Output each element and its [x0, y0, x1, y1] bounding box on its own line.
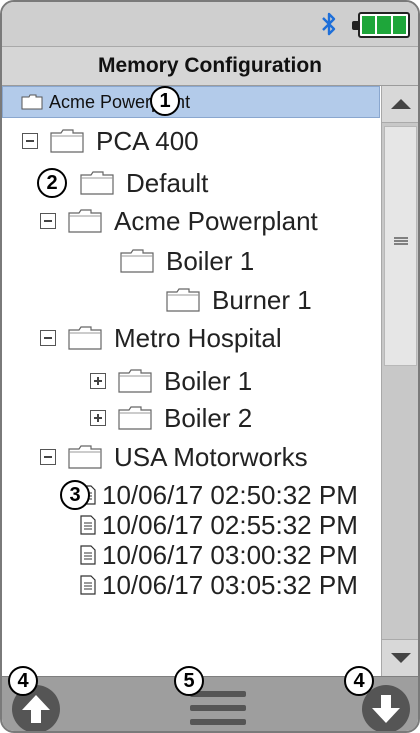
bluetooth-icon — [322, 12, 336, 36]
current-path[interactable]: Acme Powerplant — [2, 86, 380, 118]
tree-node-label: Default — [126, 168, 209, 198]
document-icon — [80, 515, 96, 535]
collapse-icon[interactable] — [40, 213, 56, 229]
scroll-up-button[interactable] — [382, 86, 418, 123]
folder-icon — [68, 209, 102, 233]
triangle-down-icon — [390, 653, 411, 663]
expand-icon[interactable] — [90, 410, 106, 426]
scrollbar-thumb[interactable] — [384, 126, 417, 366]
menu-icon-bar — [190, 705, 246, 711]
folder-icon — [21, 94, 43, 110]
scroll-down-button[interactable] — [382, 639, 418, 676]
folder-icon — [50, 129, 84, 153]
scrollbar[interactable] — [381, 86, 418, 676]
tree-node-label: Boiler 1 — [164, 366, 253, 396]
page-title: Memory Configuration — [2, 47, 418, 86]
menu-button[interactable] — [190, 691, 246, 725]
collapse-icon[interactable] — [40, 449, 56, 465]
folder-icon — [68, 326, 102, 350]
tree-node-metro-hospital[interactable]: Metro Hospital — [40, 319, 282, 357]
folder-icon — [68, 445, 102, 469]
folder-icon — [118, 369, 152, 393]
tree-node-label: Burner 1 — [212, 285, 312, 315]
tree-node-acme-boiler1[interactable]: Boiler 1 — [120, 242, 254, 280]
document-icon — [80, 545, 96, 565]
tree-node-label: Acme Powerplant — [114, 206, 318, 236]
tree-node-metro-boiler2[interactable]: Boiler 2 — [90, 399, 252, 437]
tree-node-label: PCA 400 — [96, 126, 199, 156]
collapse-icon[interactable] — [22, 133, 38, 149]
collapse-icon[interactable] — [40, 330, 56, 346]
tree-node-metro-boiler1[interactable]: Boiler 1 — [90, 362, 252, 400]
grip-icon — [394, 237, 408, 245]
tree-node-default[interactable]: Default — [80, 164, 208, 202]
tree-node-usa-motorworks[interactable]: USA Motorworks — [40, 438, 308, 476]
triangle-up-icon — [390, 99, 411, 109]
tree-record[interactable]: 10/06/17 03:05:32 PM — [80, 566, 358, 604]
tree-node-pca400[interactable]: PCA 400 — [22, 122, 199, 160]
callout-2: 2 — [37, 168, 67, 198]
device-screen: Memory Configuration Acme Powerplant PCA… — [0, 0, 420, 733]
tree-node-label: USA Motorworks — [114, 442, 308, 472]
memory-tree: PCA 400 Default Acme Powerplant Boiler 1… — [2, 118, 380, 658]
arrow-down-icon — [372, 695, 400, 723]
callout-4-right: 4 — [344, 666, 374, 696]
status-bar — [2, 2, 418, 47]
tree-record-label: 10/06/17 03:05:32 PM — [102, 570, 358, 600]
tree-node-acme-burner1[interactable]: Burner 1 — [166, 281, 312, 319]
battery-icon — [352, 12, 410, 38]
arrow-down-button[interactable] — [362, 685, 410, 731]
folder-icon — [80, 171, 114, 195]
callout-4-left: 4 — [8, 666, 38, 696]
folder-icon — [120, 249, 154, 273]
callout-3: 3 — [60, 480, 90, 510]
folder-icon — [118, 406, 152, 430]
folder-icon — [166, 288, 200, 312]
tree-node-label: Metro Hospital — [114, 323, 282, 353]
expand-icon[interactable] — [90, 373, 106, 389]
tree-node-label: Boiler 1 — [166, 246, 255, 276]
arrow-up-icon — [22, 695, 50, 723]
callout-5: 5 — [174, 666, 204, 696]
document-icon — [80, 575, 96, 595]
tree-node-label: Boiler 2 — [164, 403, 253, 433]
menu-icon-bar — [190, 719, 246, 725]
tree-node-acme-powerplant[interactable]: Acme Powerplant — [40, 202, 318, 240]
callout-1: 1 — [150, 86, 180, 116]
